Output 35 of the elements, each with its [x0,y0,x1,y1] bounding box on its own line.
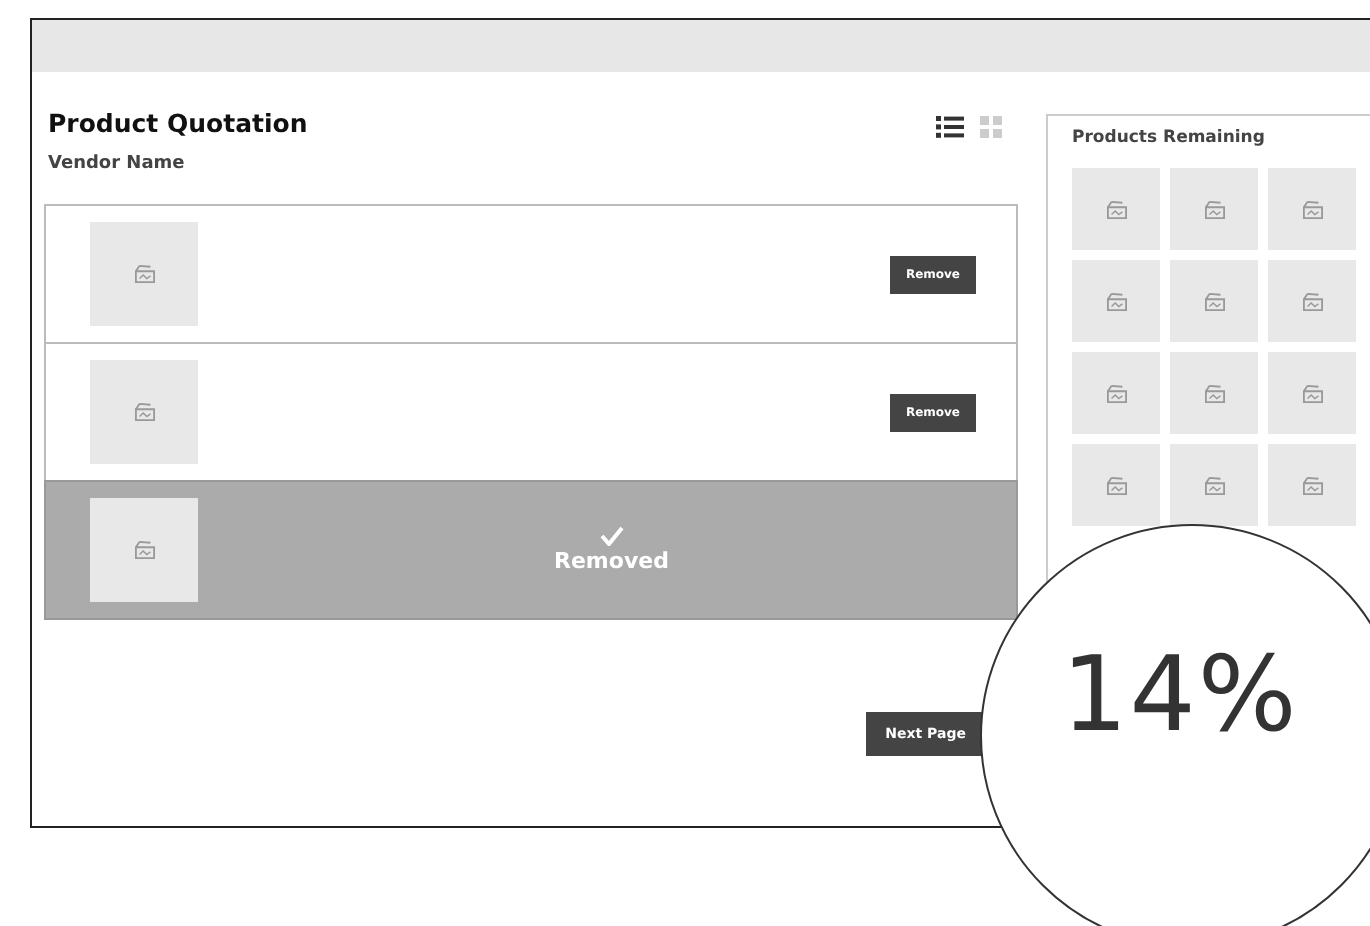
progress-percentage: 14% [1061,636,1299,756]
image-placeholder-icon [1301,475,1323,495]
product-tile[interactable] [1072,168,1160,250]
image-placeholder-icon [1203,291,1225,311]
product-tile[interactable] [1170,260,1258,342]
product-tile[interactable] [1170,352,1258,434]
image-placeholder-icon [1203,199,1225,219]
list-view-icon[interactable] [936,116,964,138]
product-tile[interactable] [1268,168,1356,250]
product-tile[interactable] [1072,444,1160,526]
product-tile[interactable] [1170,168,1258,250]
product-tile[interactable] [1072,260,1160,342]
image-placeholder-icon [1203,475,1225,495]
product-tile[interactable] [1170,444,1258,526]
image-placeholder-icon [1203,383,1225,403]
product-tile[interactable] [1268,352,1356,434]
image-placeholder-icon [1105,291,1127,311]
product-tile[interactable] [1072,352,1160,434]
image-placeholder-icon [1105,383,1127,403]
image-placeholder-icon [133,402,155,422]
checkmark-icon [599,526,624,546]
grid-view-icon[interactable] [980,116,1002,138]
product-tile[interactable] [1268,444,1356,526]
page-title: Product Quotation [48,108,308,138]
image-placeholder-icon [1301,199,1323,219]
removed-label: Removed [554,548,669,574]
image-placeholder-icon [1301,383,1323,403]
image-placeholder-icon [1301,291,1323,311]
image-placeholder-icon [133,540,155,560]
product-tile[interactable] [1268,260,1356,342]
image-placeholder-icon [1105,199,1127,219]
image-placeholder-icon [1105,475,1127,495]
image-placeholder-icon [133,264,155,284]
vendor-label: Vendor Name [48,154,187,174]
panel-title: Products Remaining [1072,128,1267,148]
